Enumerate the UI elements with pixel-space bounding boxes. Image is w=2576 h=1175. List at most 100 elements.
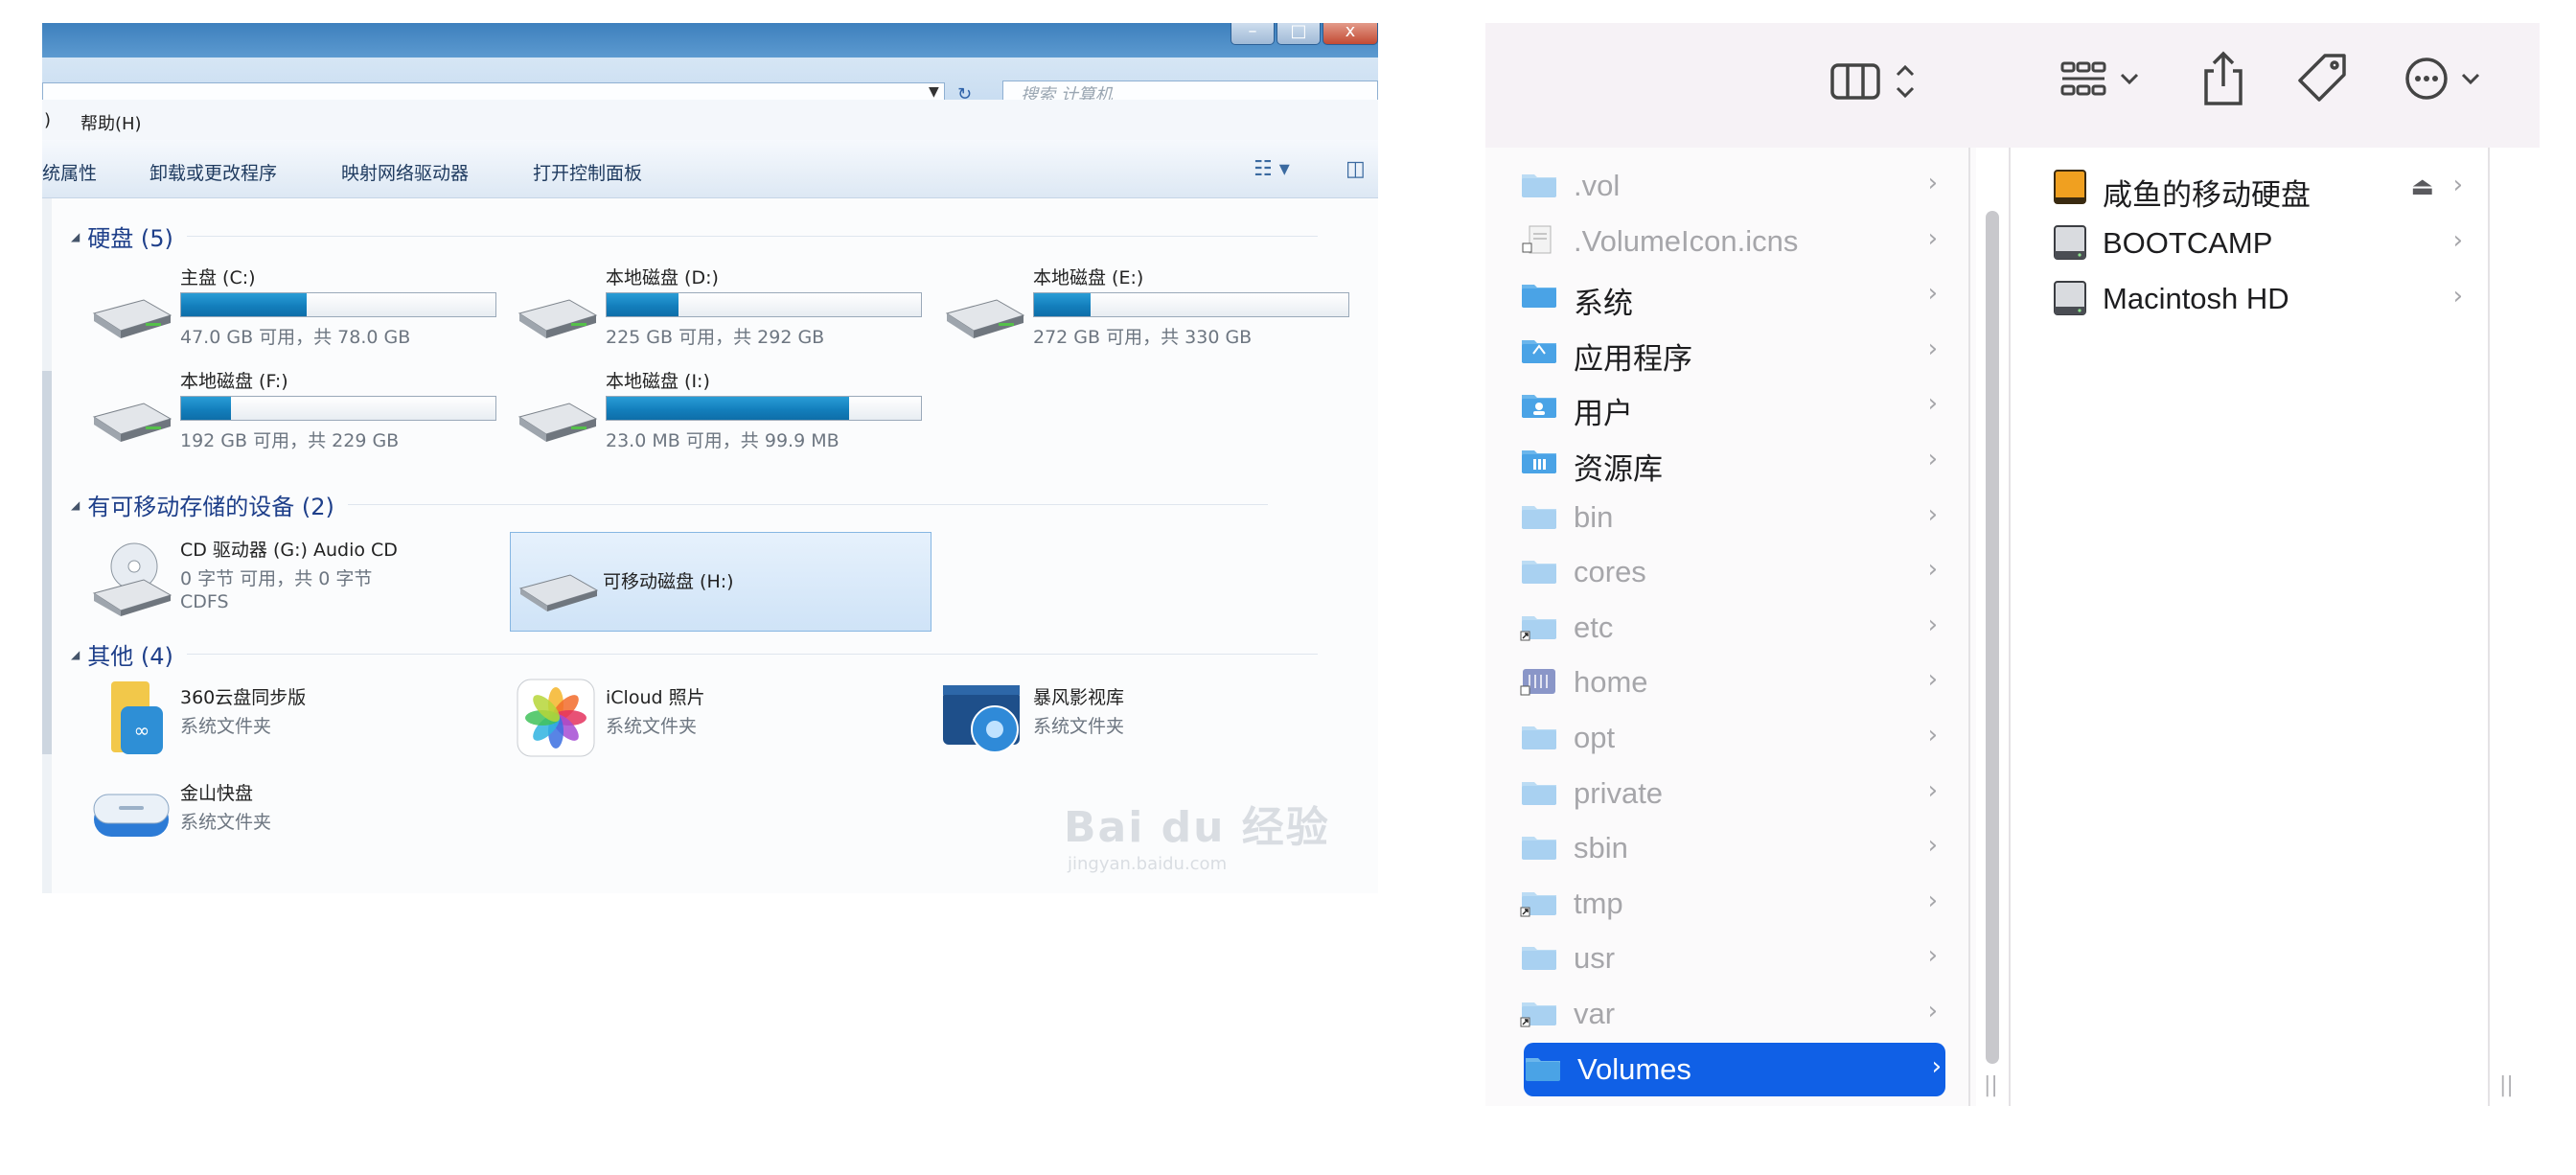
chevron-right-icon: ›	[1931, 1051, 1942, 1081]
group-header-removable[interactable]: ◢ 有可移动存储的设备 (2)	[71, 488, 1268, 521]
finder-row-macintosh-hd[interactable]: Macintosh HD ›	[2051, 272, 2463, 326]
chevron-right-icon: ›	[1927, 223, 1938, 253]
finder-row[interactable]: .vol ›	[1520, 159, 1942, 213]
drive-usage-bar	[606, 292, 922, 317]
collapse-triangle-icon[interactable]: ◢	[71, 498, 80, 512]
finder-row[interactable]: home ›	[1520, 656, 1942, 709]
other-item[interactable]: ∞ 360云盘同步版 系统文件夹	[88, 678, 491, 770]
chevron-right-icon: ›	[1927, 775, 1938, 805]
other-item-name: iCloud 照片	[606, 687, 705, 708]
finder-row-bootcamp[interactable]: BOOTCAMP ›	[2051, 217, 2463, 270]
column-scrollbar[interactable]	[1986, 211, 1999, 1064]
finder-row[interactable]: 应用程序 ›	[1520, 325, 1942, 379]
preview-pane-icon[interactable]: ◫	[1346, 157, 1366, 181]
folder-icon	[1526, 1057, 1560, 1081]
address-dropdown-icon[interactable]: ▼	[929, 84, 939, 100]
menu-item-partial[interactable]: )	[44, 110, 51, 130]
finder-row[interactable]: 用户 ›	[1520, 380, 1942, 433]
view-options-icon[interactable]: ☷ ▾	[1254, 157, 1290, 181]
other-item[interactable]: iCloud 照片 系统文件夹	[514, 678, 916, 770]
column-divider[interactable]	[1968, 148, 1970, 1106]
hard-drive-icon	[518, 299, 598, 338]
more-actions-icon[interactable]	[2404, 56, 2496, 104]
finder-row[interactable]: bin ›	[1520, 491, 1942, 544]
finder-row[interactable]: var ›	[1520, 987, 1942, 1041]
photos-icon	[517, 679, 595, 757]
file-alias-icon	[1522, 225, 1552, 254]
finder-row[interactable]: opt ›	[1520, 711, 1942, 765]
drive-item[interactable]: 本地磁盘 (F:) 192 GB 可用，共 229 GB	[88, 365, 496, 457]
chevron-right-icon: ›	[2452, 171, 2463, 199]
group-title: 有可移动存储的设备 (2)	[87, 494, 334, 520]
finder-row-name: bin	[1574, 499, 1614, 534]
uninstall-program-button[interactable]: 卸载或更改程序	[150, 159, 277, 185]
finder-row-name: .vol	[1574, 169, 1621, 202]
other-item[interactable]: 金山快盘 系统文件夹	[88, 773, 491, 865]
cd-drive-item[interactable]: CD 驱动器 (G:) Audio CD 0 字节 可用，共 0 字节 CDFS	[88, 530, 491, 622]
chevron-right-icon: ›	[1927, 610, 1938, 639]
drive-free-space: 192 GB 可用，共 229 GB	[180, 430, 400, 451]
finder-row[interactable]: 资源库 ›	[1520, 435, 1942, 489]
minimize-button[interactable]: –	[1230, 23, 1275, 45]
library-folder-icon	[1522, 450, 1556, 473]
scrollbar[interactable]	[42, 198, 52, 893]
drive-item[interactable]: 主盘 (C:) 47.0 GB 可用，共 78.0 GB	[88, 262, 496, 354]
finder-row[interactable]: etc ›	[1520, 601, 1942, 655]
other-item-type: 系统文件夹	[1033, 716, 1125, 737]
column-divider[interactable]	[2488, 148, 2490, 1106]
drive-usage-bar	[606, 396, 922, 421]
drive-item[interactable]: 本地磁盘 (D:) 225 GB 可用，共 292 GB	[514, 262, 922, 354]
column-divider[interactable]	[2009, 148, 2011, 1106]
drive-free-space: 225 GB 可用，共 292 GB	[606, 327, 825, 348]
finder-row-name: sbin	[1574, 831, 1628, 865]
collapse-triangle-icon[interactable]: ◢	[71, 230, 80, 243]
chevron-right-icon: ›	[1927, 279, 1938, 309]
column-view-icon[interactable]	[1830, 59, 1917, 104]
open-control-panel-button[interactable]: 打开控制面板	[533, 159, 642, 185]
map-network-drive-button[interactable]: 映射网络驱动器	[341, 159, 469, 185]
finder-row-external-drive[interactable]: 咸鱼的移动硬盘 ⏏ ›	[2051, 161, 2463, 215]
finder-row[interactable]: usr ›	[1520, 932, 1942, 985]
scrollbar-thumb[interactable]	[42, 371, 52, 754]
group-by-icon[interactable]	[2058, 59, 2145, 104]
share-icon[interactable]	[2200, 50, 2246, 107]
chevron-right-icon: ›	[1927, 445, 1938, 473]
finder-row-name: home	[1574, 665, 1648, 700]
folder-alias-icon	[1520, 615, 1556, 641]
finder-row-name: 应用程序	[1574, 341, 1692, 376]
other-item[interactable]: 暴风影视库 系统文件夹	[941, 678, 1344, 770]
hard-drive-icon	[92, 403, 172, 442]
close-button[interactable]: x	[1322, 23, 1378, 45]
finder-row-selected[interactable]: Volumes ›	[1524, 1042, 1945, 1096]
cd-drive-filesystem: CDFS	[180, 591, 229, 612]
collapse-triangle-icon[interactable]: ◢	[71, 648, 80, 661]
maximize-button[interactable]: □	[1276, 23, 1321, 45]
chevron-right-icon: ›	[2452, 226, 2463, 255]
column-resize-grip-icon[interactable]: ||	[1984, 1073, 1998, 1097]
folder-icon	[1522, 781, 1556, 805]
finder-row[interactable]: sbin ›	[1520, 821, 1942, 875]
drive-item[interactable]: 本地磁盘 (E:) 272 GB 可用，共 330 GB	[941, 262, 1349, 354]
folder-icon	[1522, 947, 1556, 971]
system-properties-button[interactable]: 统属性	[42, 159, 97, 185]
folder-alias-icon	[1520, 1002, 1556, 1027]
finder-row[interactable]: .VolumeIcon.icns ›	[1520, 215, 1942, 268]
tag-icon[interactable]	[2296, 52, 2350, 105]
folder-icon	[1522, 726, 1556, 749]
drive-item[interactable]: 本地磁盘 (I:) 23.0 MB 可用，共 99.9 MB	[514, 365, 922, 457]
group-header-hard-disks[interactable]: ◢ 硬盘 (5)	[71, 219, 1318, 253]
other-item-type: 系统文件夹	[180, 716, 272, 737]
menu-item-help[interactable]: 帮助(H)	[80, 110, 142, 135]
removable-disk-item[interactable]: 可移动磁盘 (H:)	[510, 532, 932, 632]
finder-row[interactable]: 系统 ›	[1520, 269, 1942, 323]
hard-drive-icon	[92, 299, 172, 338]
finder-row[interactable]: private ›	[1520, 767, 1942, 820]
drive-usage-fill	[1034, 293, 1092, 316]
column-resize-grip-icon[interactable]: ||	[2499, 1073, 2514, 1097]
finder-row[interactable]: tmp ›	[1520, 877, 1942, 931]
eject-icon[interactable]: ⏏	[2410, 173, 2434, 201]
group-header-other[interactable]: ◢ 其他 (4)	[71, 637, 1318, 671]
finder-row-name: Macintosh HD	[2103, 282, 2289, 315]
finder-row[interactable]: cores ›	[1520, 545, 1942, 599]
chevron-right-icon: ›	[1927, 555, 1938, 585]
